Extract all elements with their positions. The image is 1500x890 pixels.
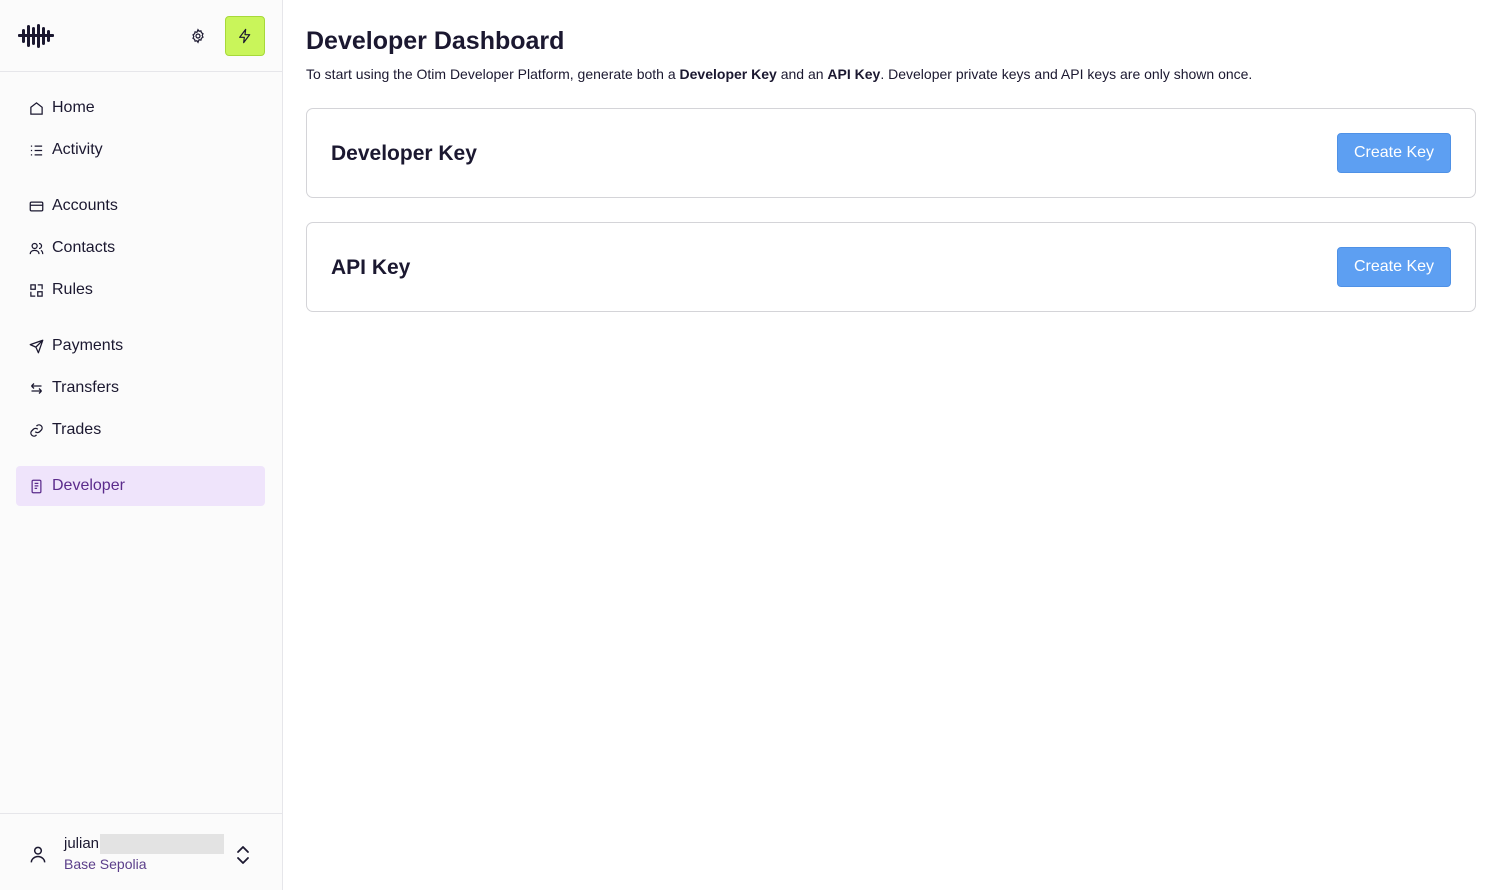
sidebar-item-label: Rules xyxy=(52,281,93,298)
sidebar-item-rules[interactable]: Rules xyxy=(16,270,265,310)
sidebar-header xyxy=(0,0,282,72)
quick-action-button[interactable] xyxy=(225,16,265,56)
sidebar-item-label: Home xyxy=(52,99,95,116)
home-icon xyxy=(28,100,44,116)
sidebar-item-trades[interactable]: Trades xyxy=(16,410,265,450)
redacted-block xyxy=(100,834,224,854)
sidebar-item-label: Transfers xyxy=(52,379,119,396)
link-icon xyxy=(28,422,44,438)
card-title: API Key xyxy=(331,256,411,279)
wallet-icon xyxy=(28,198,44,214)
sidebar-item-label: Payments xyxy=(52,337,124,354)
page-description: To start using the Otim Developer Platfo… xyxy=(306,66,1253,82)
chevron-up-down-icon[interactable] xyxy=(234,844,252,866)
sidebar-item-label: Developer xyxy=(52,477,125,494)
sidebar-item-label: Contacts xyxy=(52,239,116,256)
rules-icon xyxy=(28,282,44,298)
sidebar-item-payments[interactable]: Payments xyxy=(16,326,265,366)
send-icon xyxy=(28,338,44,354)
api-key-card: API Key Create Key xyxy=(306,222,1476,312)
create-developer-key-button[interactable]: Create Key xyxy=(1337,133,1451,173)
user-name: julian xyxy=(64,835,100,852)
bolt-icon xyxy=(239,28,251,44)
card-title: Developer Key xyxy=(331,142,477,165)
user-icon xyxy=(28,844,48,864)
gear-icon xyxy=(192,28,204,44)
sidebar-item-accounts[interactable]: Accounts xyxy=(16,186,265,226)
sidebar-item-contacts[interactable]: Contacts xyxy=(16,228,265,268)
sidebar: Home Activity Accounts Contacts Rules Pa… xyxy=(0,0,283,890)
sidebar-item-label: Activity xyxy=(52,141,103,158)
page-title: Developer Dashboard xyxy=(306,27,565,55)
account-switcher[interactable]: julian Base Sepolia xyxy=(0,813,282,890)
list-icon xyxy=(28,142,44,158)
create-api-key-button[interactable]: Create Key xyxy=(1337,247,1451,287)
sidebar-item-activity[interactable]: Activity xyxy=(16,130,265,170)
sidebar-item-transfers[interactable]: Transfers xyxy=(16,368,265,408)
users-icon xyxy=(28,240,44,256)
settings-button[interactable] xyxy=(185,23,211,49)
sidebar-item-label: Trades xyxy=(52,421,102,438)
otim-logo[interactable] xyxy=(18,22,54,50)
developer-key-card: Developer Key Create Key xyxy=(306,108,1476,198)
network-name: Base Sepolia xyxy=(64,856,147,872)
sidebar-item-developer[interactable]: Developer xyxy=(16,466,265,506)
sidebar-item-home[interactable]: Home xyxy=(16,88,265,128)
sidebar-item-label: Accounts xyxy=(52,197,118,214)
arrows-swap-icon xyxy=(28,380,44,396)
document-icon xyxy=(28,478,44,494)
